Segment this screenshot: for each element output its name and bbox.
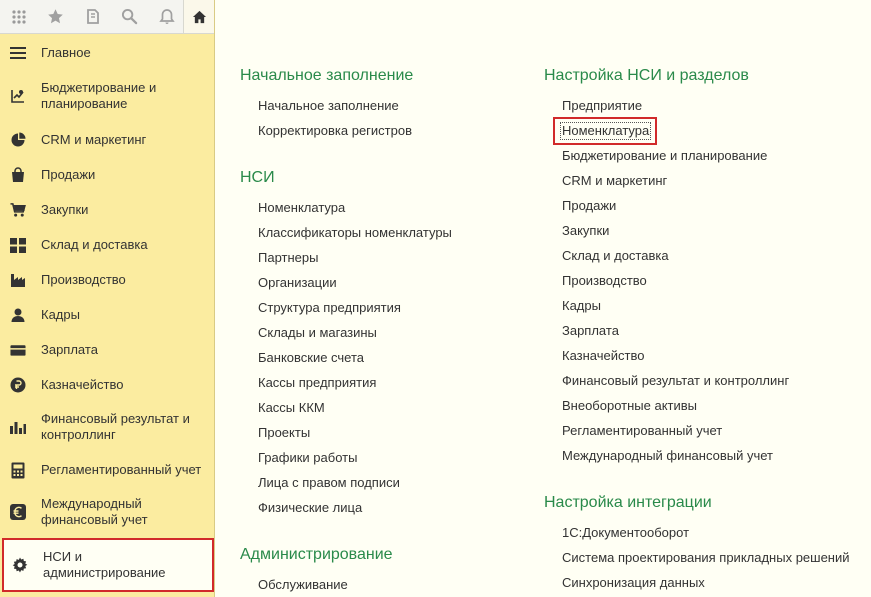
nav-link[interactable]: Физические лица (258, 500, 362, 516)
search-icon[interactable] (111, 0, 148, 33)
sidebar-item-label: Производство (41, 272, 126, 287)
nav-link[interactable]: Склады и магазины (258, 325, 377, 341)
wallet-icon (10, 342, 26, 358)
apps-grid-icon[interactable] (0, 0, 37, 33)
section-title: Настройка интеграции (544, 494, 712, 511)
sidebar-item[interactable]: Регламентированный учет (0, 453, 214, 487)
sidebar-item[interactable]: Финансовый результат и контроллинг (0, 403, 214, 451)
sidebar-item[interactable]: Казначейство (0, 368, 214, 402)
sidebar-item-label: Закупки (41, 202, 89, 217)
sidebar-item-label: CRM и маркетинг (41, 132, 147, 147)
person-icon (10, 307, 26, 323)
nav-link[interactable]: Предприятие (562, 98, 642, 114)
nav-link[interactable]: Проекты (258, 425, 310, 441)
nav-link[interactable]: Кассы предприятия (258, 375, 376, 391)
sidebar-item-label: Кадры (41, 307, 80, 322)
sidebar-item[interactable]: Международный финансовый учет (0, 488, 214, 536)
nav-link[interactable]: 1С:Документооборот (562, 525, 689, 541)
nav-link[interactable]: Производство (562, 273, 647, 289)
sidebar-item[interactable]: Кадры (0, 298, 214, 332)
nav-link[interactable]: Международный финансовый учет (562, 448, 773, 464)
nav-link[interactable]: CRM и маркетинг (562, 173, 667, 189)
sidebar-item[interactable]: CRM и маркетинг (0, 123, 214, 157)
nav-link[interactable]: Регламентированный учет (562, 423, 722, 439)
nav-link[interactable]: Синхронизация данных (562, 575, 705, 591)
cart-icon (10, 202, 26, 218)
home-icon[interactable] (183, 0, 214, 33)
nav-link[interactable]: Лица с правом подписи (258, 475, 400, 491)
sidebar-item-label: Финансовый результат и контроллинг (41, 411, 190, 442)
sidebar-item-label: Регламентированный учет (41, 462, 202, 477)
pie-chart-icon (10, 132, 26, 148)
sidebar-item-label: Бюджетирование и планирование (41, 80, 157, 111)
nav-link[interactable]: Графики работы (258, 450, 357, 466)
highlight-box (553, 117, 657, 145)
nav-link[interactable]: Обслуживание (258, 577, 348, 593)
sidebar-item[interactable]: Главное (0, 36, 214, 70)
section-title: Начальное заполнение (240, 67, 414, 84)
sidebar-item[interactable]: Склад и доставка (0, 228, 214, 262)
nav-link[interactable]: Банковские счета (258, 350, 364, 366)
nav-link[interactable]: Кадры (562, 298, 601, 314)
sidebar-item[interactable]: Зарплата (0, 333, 214, 367)
nav-link[interactable]: Классификаторы номенклатуры (258, 225, 452, 241)
section-title: Администрирование (240, 546, 393, 563)
nav-link[interactable]: Бюджетирование и планирование (562, 148, 767, 164)
section-title: Настройка НСИ и разделов (544, 67, 749, 84)
history-docs-icon[interactable] (74, 0, 111, 33)
shopping-bag-icon (10, 167, 26, 183)
nav-link[interactable]: Партнеры (258, 250, 318, 266)
ruble-coin-icon (10, 377, 26, 393)
bell-icon[interactable] (148, 0, 185, 33)
nav-link[interactable]: Склад и доставка (562, 248, 669, 264)
nav-link[interactable]: Организации (258, 275, 337, 291)
sidebar: Главное Бюджетирование и планирование CRM … (0, 0, 215, 597)
nav-link[interactable]: Финансовый результат и контроллинг (562, 373, 789, 389)
menu-lines-icon (10, 45, 26, 61)
nav-link[interactable]: Номенклатура (258, 200, 345, 216)
nav-link[interactable]: Начальное заполнение (258, 98, 399, 114)
sidebar-item-label: Казначейство (41, 377, 124, 392)
sidebar-item[interactable]: Закупки (0, 193, 214, 227)
bar-chart-icon (10, 419, 26, 435)
nav-link[interactable]: Продажи (562, 198, 616, 214)
sidebar-item-label: НСИ и администрирование (43, 549, 166, 580)
nav-link[interactable]: Корректировка регистров (258, 123, 412, 139)
toolbar (0, 0, 214, 34)
sidebar-item[interactable]: НСИ и администрирование (2, 538, 214, 592)
warehouse-grid-icon (10, 237, 26, 253)
sidebar-item-label: Продажи (41, 167, 96, 182)
euro-icon (10, 504, 26, 520)
calculator-icon (10, 462, 26, 478)
sidebar-item-label: Главное (41, 45, 91, 60)
sidebar-item-label: Зарплата (41, 342, 98, 357)
nav-link[interactable]: Зарплата (562, 323, 619, 339)
nav-link[interactable]: Закупки (562, 223, 609, 239)
gear-icon (12, 557, 28, 573)
nav-link[interactable]: Система проектирования прикладных решени… (562, 550, 850, 566)
budget-chart-icon (10, 88, 26, 104)
sidebar-item-label: Склад и доставка (41, 237, 148, 252)
nav-link[interactable]: Структура предприятия (258, 300, 401, 316)
star-icon[interactable] (37, 0, 74, 33)
nav-link[interactable]: Казначейство (562, 348, 644, 364)
sidebar-item[interactable]: Производство (0, 263, 214, 297)
sidebar-item[interactable]: Продажи (0, 158, 214, 192)
factory-icon (10, 272, 26, 288)
nav-link[interactable]: Внеоборотные активы (562, 398, 697, 414)
sidebar-item[interactable]: Бюджетирование и планирование (0, 71, 214, 121)
sidebar-item-label: Международный финансовый учет (41, 496, 148, 527)
section-title: НСИ (240, 169, 275, 186)
nav-link[interactable]: Кассы ККМ (258, 400, 325, 416)
